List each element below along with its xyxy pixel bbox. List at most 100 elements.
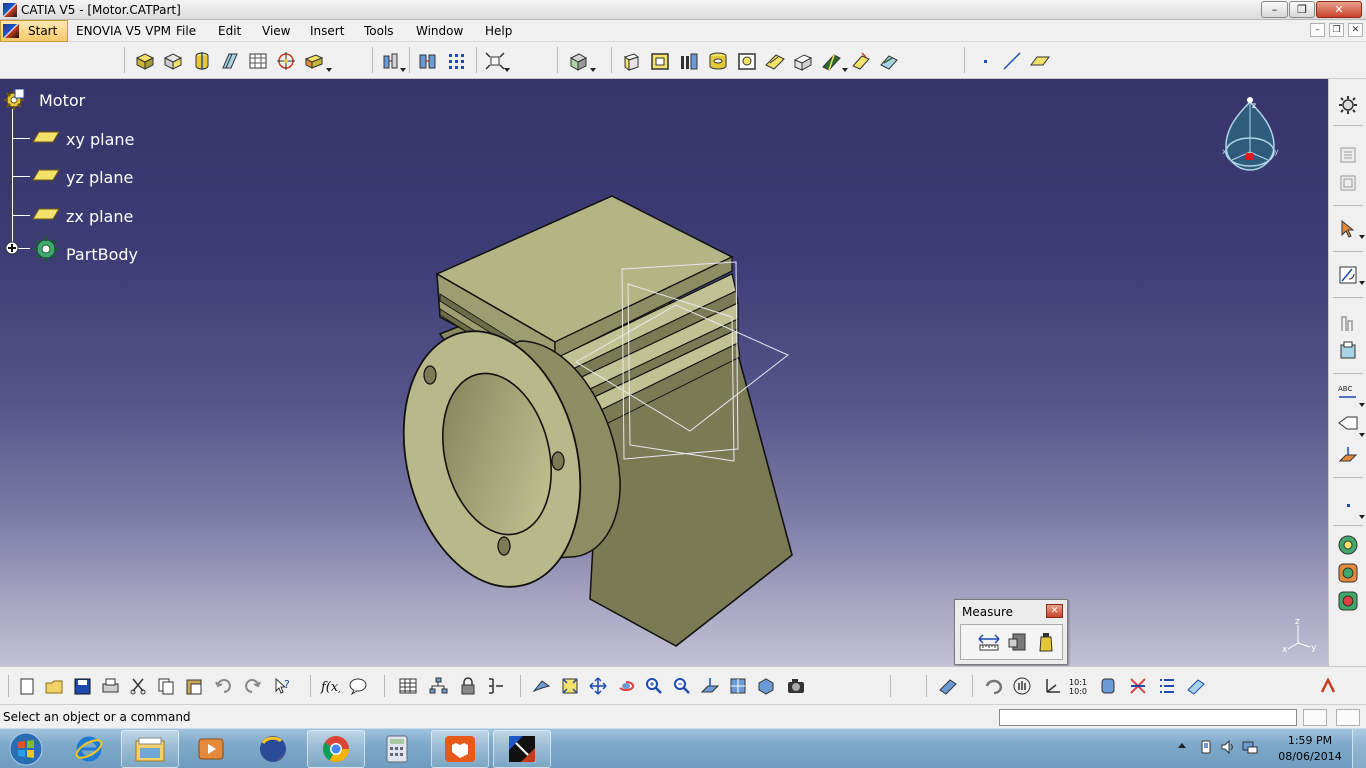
- copy-icon[interactable]: [154, 674, 178, 698]
- menu-tools[interactable]: Tools: [364, 24, 394, 38]
- dropdown-arrow-icon[interactable]: [1359, 433, 1365, 437]
- measure-icon[interactable]: [936, 674, 960, 698]
- minimize-button[interactable]: –: [1261, 1, 1288, 18]
- measure-item-icon[interactable]: [1006, 630, 1030, 654]
- normal-view-icon[interactable]: [698, 674, 722, 698]
- axis-system-icon[interactable]: [1040, 674, 1064, 698]
- dropdown-arrow-icon[interactable]: [326, 68, 332, 72]
- rotate-part-icon[interactable]: [677, 49, 701, 73]
- taskbar-media-player-icon[interactable]: [182, 730, 240, 768]
- command-input[interactable]: [999, 709, 1297, 726]
- pad-icon[interactable]: [133, 49, 157, 73]
- restore-button[interactable]: ❒: [1289, 1, 1315, 18]
- dropdown-arrow-icon[interactable]: [400, 68, 406, 72]
- comment-icon[interactable]: [346, 674, 370, 698]
- sew-surface-icon[interactable]: [820, 49, 844, 73]
- sketch-icon[interactable]: [1336, 263, 1360, 287]
- new-icon[interactable]: [14, 674, 38, 698]
- menu-insert[interactable]: Insert: [310, 24, 344, 38]
- zoom-out-icon[interactable]: [670, 674, 694, 698]
- layers-icon[interactable]: [1096, 674, 1120, 698]
- graph-icon[interactable]: [484, 674, 508, 698]
- formula-icon[interactable]: f(x): [318, 674, 342, 698]
- taskbar-calculator-icon[interactable]: [368, 730, 426, 768]
- dropdown-arrow-icon[interactable]: [504, 68, 510, 72]
- annotation-icon[interactable]: ABC: [1336, 381, 1360, 405]
- work-on-support-icon[interactable]: [1336, 311, 1360, 335]
- close-button[interactable]: ✕: [1316, 1, 1362, 18]
- cut-icon[interactable]: [126, 674, 150, 698]
- ratio-icon[interactable]: 10:1 10:0: [1066, 674, 1090, 698]
- taskbar-ie-icon[interactable]: [60, 730, 118, 768]
- print-icon[interactable]: [98, 674, 122, 698]
- dropdown-arrow-icon[interactable]: [842, 68, 848, 72]
- taskbar-explorer-icon[interactable]: [121, 730, 179, 768]
- point-icon[interactable]: [973, 49, 997, 73]
- slot-icon[interactable]: [302, 49, 326, 73]
- translate-icon[interactable]: [619, 49, 643, 73]
- menu-view[interactable]: View: [262, 24, 290, 38]
- undo-icon[interactable]: [212, 674, 236, 698]
- motor-part-model[interactable]: [0, 79, 1328, 666]
- taskbar-catia-icon[interactable]: [493, 730, 551, 768]
- taskbar-app-fist-icon[interactable]: [431, 730, 489, 768]
- doc-close-button[interactable]: ✕: [1348, 23, 1363, 37]
- dropdown-arrow-icon[interactable]: [1359, 281, 1365, 285]
- hole-icon[interactable]: [246, 49, 270, 73]
- library-icon[interactable]: [1336, 171, 1360, 195]
- pan-icon[interactable]: [586, 674, 610, 698]
- fly-icon[interactable]: [530, 674, 554, 698]
- 3d-viewport[interactable]: Motor xy plane yz plane zx plane PartBod…: [0, 79, 1328, 666]
- save-icon[interactable]: [70, 674, 94, 698]
- fit-all-icon[interactable]: [558, 674, 582, 698]
- apply-material-icon[interactable]: [1336, 533, 1360, 557]
- pattern-icon[interactable]: [445, 49, 469, 73]
- menu-enovia[interactable]: ENOVIA V5 VPM: [76, 24, 171, 38]
- tray-volume-icon[interactable]: [1218, 737, 1238, 757]
- tray-overflow-icon[interactable]: [1178, 743, 1186, 748]
- paste-icon[interactable]: [182, 674, 206, 698]
- thickness-icon[interactable]: [735, 49, 759, 73]
- dropdown-arrow-icon[interactable]: [1359, 403, 1365, 407]
- snap-icon[interactable]: [1336, 339, 1360, 363]
- pocket-icon[interactable]: [161, 49, 185, 73]
- taskbar-chrome-icon[interactable]: [307, 730, 365, 768]
- point-icon[interactable]: [1336, 493, 1360, 517]
- boolean-icon[interactable]: [566, 49, 590, 73]
- shell-icon[interactable]: [706, 49, 730, 73]
- settings-icon[interactable]: [1336, 93, 1360, 117]
- doc-minimize-button[interactable]: –: [1310, 23, 1325, 37]
- shaft-icon[interactable]: [190, 49, 214, 73]
- dropdown-arrow-icon[interactable]: [590, 68, 596, 72]
- start-menu[interactable]: Start: [0, 20, 68, 42]
- chamfer-icon[interactable]: [416, 49, 440, 73]
- table-icon[interactable]: [396, 674, 420, 698]
- catalog-icon[interactable]: [1336, 143, 1360, 167]
- tray-clock-time[interactable]: 1:59 PM: [1280, 734, 1340, 747]
- hide-show-icon[interactable]: [1126, 674, 1150, 698]
- status-power-button[interactable]: [1336, 709, 1360, 726]
- knowledge-icon[interactable]: [1336, 589, 1360, 613]
- menu-window[interactable]: Window: [416, 24, 463, 38]
- measure-close-button[interactable]: ✕: [1046, 604, 1063, 618]
- windows-start-button[interactable]: [4, 730, 48, 768]
- doc-restore-button[interactable]: ❒: [1329, 23, 1344, 37]
- status-toggle-button[interactable]: [1303, 709, 1327, 726]
- thick-surface-icon[interactable]: [877, 49, 901, 73]
- measure-toolbar-window[interactable]: Measure ✕: [954, 599, 1068, 665]
- draft-icon[interactable]: [763, 49, 787, 73]
- rib-icon[interactable]: [274, 49, 298, 73]
- hand-icon[interactable]: [1010, 674, 1034, 698]
- rotate-icon[interactable]: [614, 674, 638, 698]
- properties-icon[interactable]: [1156, 674, 1180, 698]
- tray-device-icon[interactable]: [1196, 737, 1216, 757]
- taskbar-firefox-icon[interactable]: [244, 730, 302, 768]
- zoom-in-icon[interactable]: [642, 674, 666, 698]
- select-icon[interactable]: [1336, 217, 1360, 241]
- lock-icon[interactable]: [456, 674, 480, 698]
- show-desktop-button[interactable]: [1352, 729, 1366, 768]
- remove-face-icon[interactable]: [791, 49, 815, 73]
- menu-edit[interactable]: Edit: [218, 24, 241, 38]
- menu-file[interactable]: File: [176, 24, 196, 38]
- replace-face-icon[interactable]: [849, 49, 873, 73]
